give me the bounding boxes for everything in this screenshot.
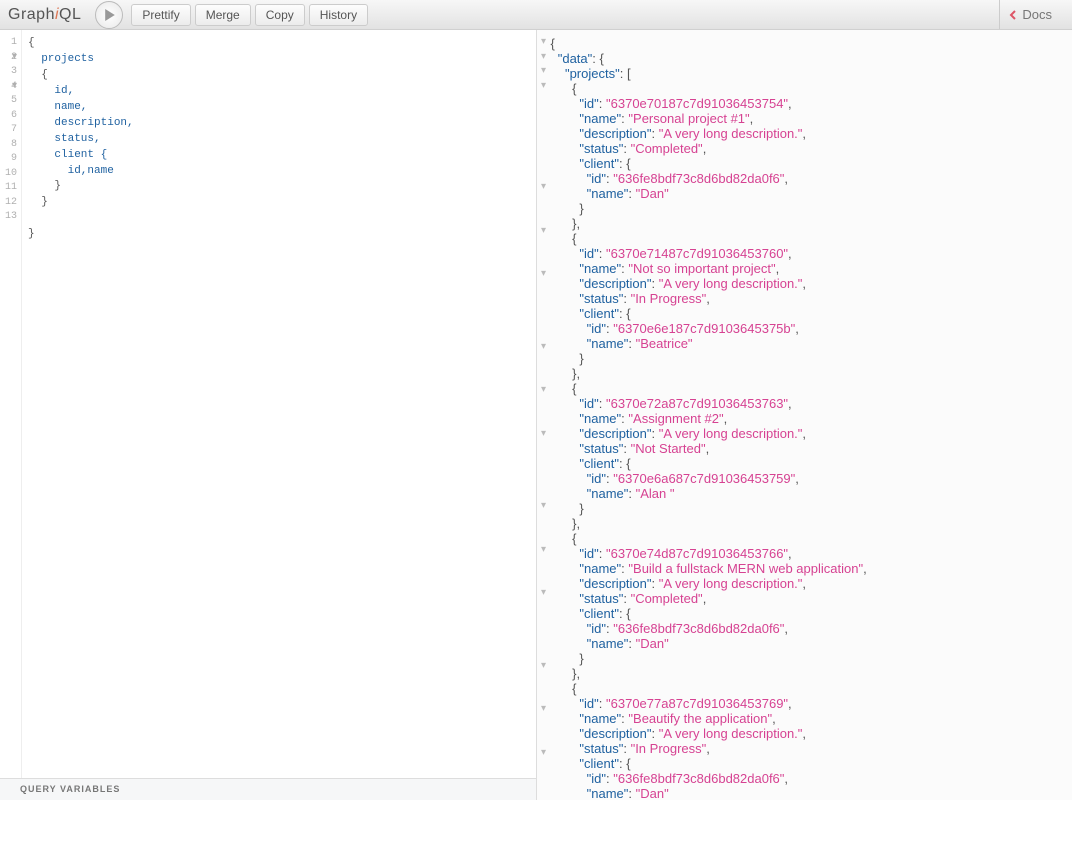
query-pane: 1 ▾23 ▾45678910111213 { projects { id, n… bbox=[0, 30, 537, 800]
query-variables-bar[interactable]: QUERY VARIABLES bbox=[0, 778, 536, 800]
merge-button[interactable]: Merge bbox=[195, 4, 251, 26]
play-icon bbox=[104, 9, 116, 21]
chevron-left-icon bbox=[1008, 10, 1018, 20]
line-gutter: 1 ▾23 ▾45678910111213 bbox=[0, 30, 22, 778]
query-editor[interactable]: 1 ▾23 ▾45678910111213 { projects { id, n… bbox=[0, 30, 536, 778]
result-pane: ▾▾▾▾ ▾ ▾ ▾ ▾ ▾ ▾ ▾ ▾ ▾ ▾ ▾ ▾ { "data": {… bbox=[537, 30, 1072, 800]
toolbar: GraphiQL Prettify Merge Copy History Doc… bbox=[0, 0, 1072, 30]
pane-resize-handle[interactable] bbox=[536, 30, 548, 800]
content-area: 1 ▾23 ▾45678910111213 { projects { id, n… bbox=[0, 30, 1072, 800]
app-title: GraphiQL bbox=[6, 6, 89, 24]
docs-toggle[interactable]: Docs bbox=[999, 0, 1066, 29]
execute-button[interactable] bbox=[95, 1, 123, 29]
query-code[interactable]: { projects { id, name, description, stat… bbox=[22, 30, 536, 778]
copy-button[interactable]: Copy bbox=[255, 4, 305, 26]
history-button[interactable]: History bbox=[309, 4, 368, 26]
prettify-button[interactable]: Prettify bbox=[131, 4, 190, 26]
result-viewer[interactable]: { "data": { "projects": [ { "id": "6370e… bbox=[537, 30, 1072, 800]
